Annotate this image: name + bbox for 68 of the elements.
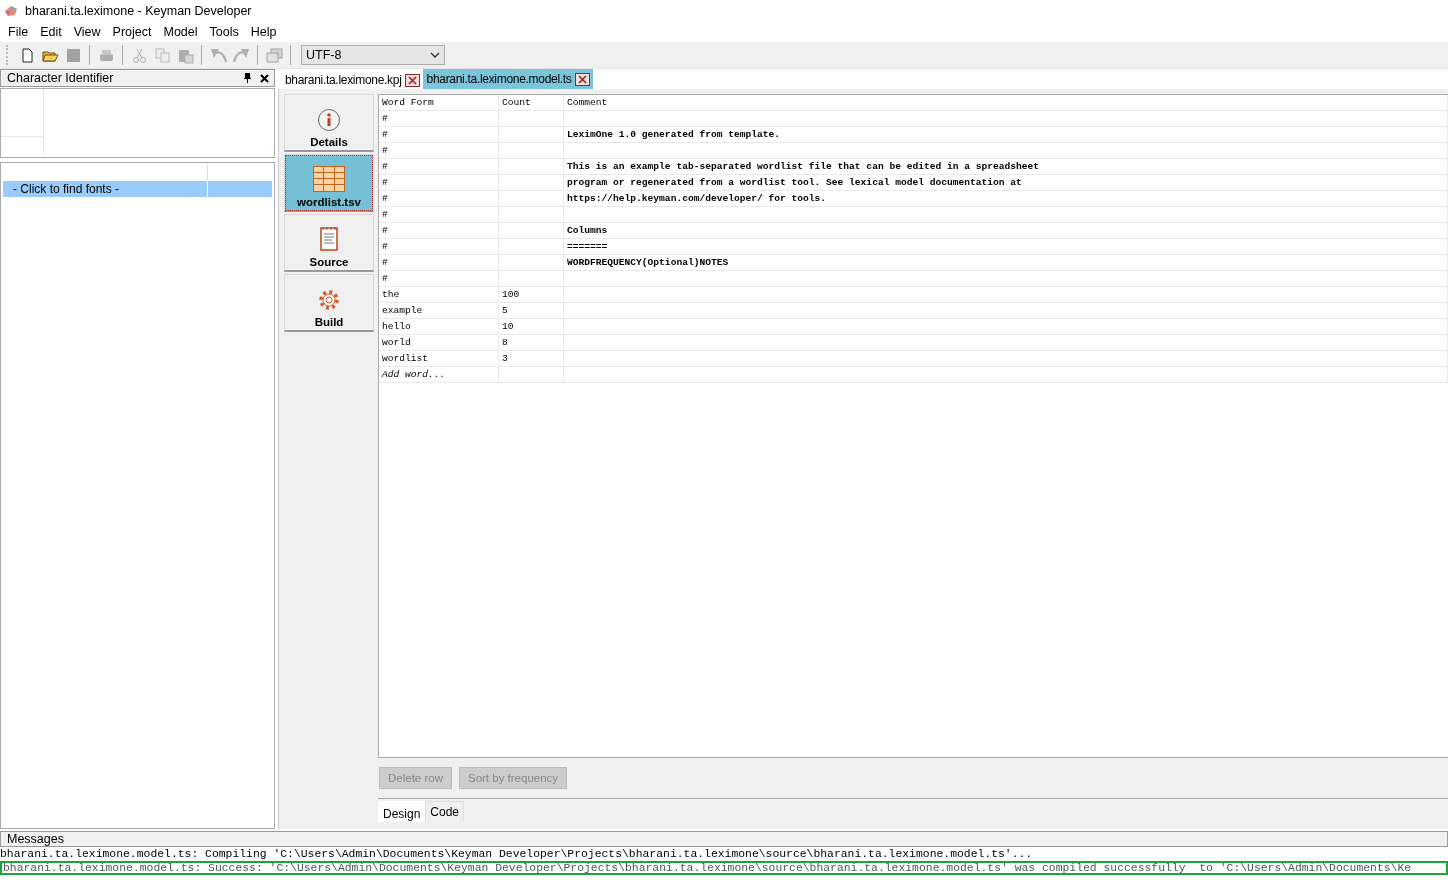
chevron-down-icon — [430, 51, 440, 59]
menu-item[interactable]: Tools — [203, 25, 245, 39]
table-cell: wordlist — [379, 351, 499, 366]
menu-item[interactable]: Model — [157, 25, 204, 39]
table-cell: # — [379, 159, 499, 174]
side-nav-button[interactable]: Details — [284, 94, 374, 152]
table-cell: ======= — [564, 239, 1448, 254]
document-tab[interactable]: bharani.ta.leximone.model.ts — [422, 69, 593, 89]
add-word-field[interactable]: Add word... — [379, 367, 499, 382]
table-cell: # — [379, 191, 499, 206]
table-cell: This is an example tab-separated wordlist file that can be edited in a spreadsheet — [564, 159, 1448, 174]
app-logo-icon — [3, 3, 19, 19]
table-cell: 100 — [499, 287, 564, 302]
table-cell: # — [379, 255, 499, 270]
table-cell: 10 — [499, 319, 564, 334]
menu-item[interactable]: File — [2, 25, 35, 39]
message-line: bharani.ta.leximone.model.ts: Compiling 'C:\Users\Admin\Documents\Keyman Developer\Projects\bharani.ta.leximone\source\bharani.ta.leximone.model.ts'... — [0, 847, 1034, 861]
panel-title: Character Identifier — [7, 71, 115, 85]
notepad-icon — [319, 226, 339, 252]
copy-icon — [153, 46, 171, 64]
menu-item[interactable]: View — [67, 25, 107, 39]
scissors-icon — [130, 46, 148, 64]
close-icon — [574, 72, 590, 86]
menu-item[interactable]: Project — [106, 25, 158, 39]
close-icon — [404, 73, 420, 87]
table-cell: example — [379, 303, 499, 318]
panel-title: Messages — [0, 831, 1448, 847]
table-cell: # — [379, 127, 499, 142]
pin-icon — [242, 72, 253, 84]
table-cell: LeximOne 1.0 generated from template. — [564, 127, 1448, 142]
font-list-row[interactable]: - Click to find fonts - — [3, 181, 272, 197]
table-cell: https://help.keyman.com/developer/ for tools. — [564, 191, 1448, 206]
column-header: Word Form — [379, 95, 499, 110]
menu-item[interactable]: Edit — [34, 25, 68, 39]
table-cell: world — [379, 335, 499, 350]
menu-item[interactable]: Help — [244, 25, 283, 39]
info-icon — [317, 108, 341, 132]
table-cell: # — [379, 143, 499, 158]
table-cell: # — [379, 223, 499, 238]
windows-icon — [265, 46, 283, 64]
table-cell: 3 — [499, 351, 564, 366]
column-header: Comment — [564, 95, 1448, 110]
table-cell: Columns — [564, 223, 1448, 238]
view-tab[interactable]: Code — [425, 801, 465, 822]
table-cell: # — [379, 111, 499, 126]
table-cell: # — [379, 271, 499, 286]
table-cell: # — [379, 175, 499, 190]
side-nav-button[interactable]: wordlist.tsv — [284, 154, 374, 212]
encoding-dropdown[interactable]: UTF-8 — [301, 45, 445, 65]
table-cell: hello — [379, 319, 499, 334]
column-header: Count — [499, 95, 564, 110]
table-cell: program or regenerated from a wordlist tool. See lexical model documentation at — [564, 175, 1448, 190]
undo-icon — [209, 46, 227, 64]
table-cell: the — [379, 287, 499, 302]
view-tab[interactable]: Design — [378, 801, 426, 822]
gear-icon — [317, 288, 341, 312]
side-nav-button[interactable]: Source — [284, 214, 374, 272]
table-icon — [313, 166, 345, 192]
table-cell: 8 — [499, 335, 564, 350]
redo-icon — [232, 46, 250, 64]
table-cell: # — [379, 239, 499, 254]
table-cell: 5 — [499, 303, 564, 318]
save-icon — [64, 46, 82, 64]
close-icon — [259, 72, 270, 84]
table-cell: # — [379, 207, 499, 222]
side-nav-button[interactable]: Build — [284, 274, 374, 332]
window-title: bharani.ta.leximone - Keyman Developer — [25, 4, 252, 18]
table-cell: WORDFREQUENCY(Optional)NOTES — [564, 255, 1448, 270]
